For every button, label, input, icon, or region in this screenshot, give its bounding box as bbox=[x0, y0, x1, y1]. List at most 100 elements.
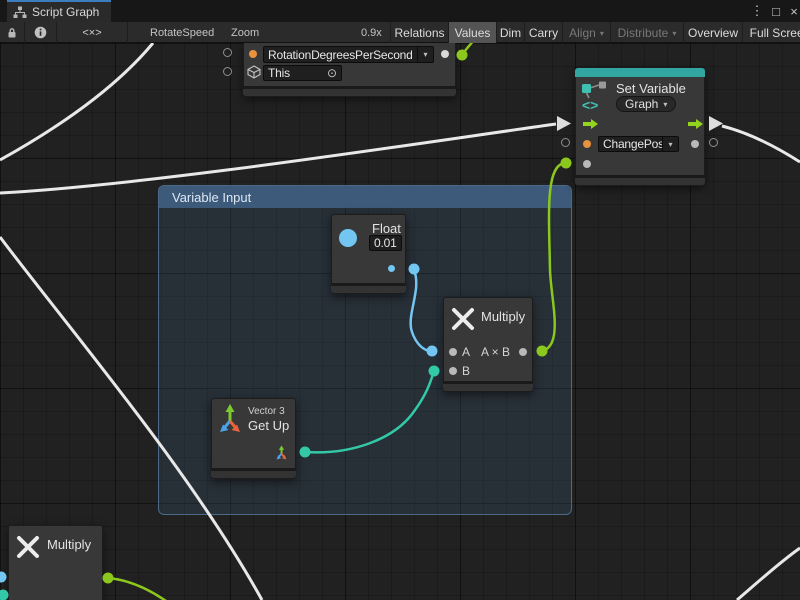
multiply-node-bottom[interactable]: Multiply A A × B B bbox=[8, 525, 103, 600]
variable-name-value: RotationDegreesPerSecond bbox=[264, 47, 417, 62]
target-value: This bbox=[264, 66, 327, 80]
node-footer bbox=[575, 175, 705, 185]
float-value: 0.01 bbox=[370, 236, 401, 250]
node-title: Get Up bbox=[248, 418, 289, 433]
graph-name-label: RotateSpeed bbox=[150, 22, 214, 43]
node-title: Multiply bbox=[481, 309, 525, 324]
info-icon bbox=[34, 26, 47, 39]
flow-wire-arrowhead bbox=[557, 116, 571, 131]
caret-down-icon[interactable]: ▾ bbox=[417, 47, 433, 62]
variable-kind-port[interactable] bbox=[583, 140, 591, 148]
tab-label: Script Graph bbox=[32, 5, 99, 19]
full-screen-button[interactable]: Full Screen bbox=[742, 22, 800, 43]
float-icon bbox=[339, 229, 357, 247]
wire-endpoint-dot[interactable] bbox=[561, 158, 572, 169]
flow-wire-into-set-variable[interactable] bbox=[0, 124, 556, 193]
svg-text:<>: <> bbox=[582, 97, 598, 111]
maximize-icon[interactable]: □ bbox=[768, 0, 784, 22]
align-button[interactable]: Align▾ bbox=[562, 22, 610, 43]
node-title: Float bbox=[372, 221, 401, 236]
value-output-port[interactable] bbox=[388, 265, 395, 272]
variable-name-dropdown[interactable]: ChangePos ▾ bbox=[598, 136, 679, 152]
distribute-button[interactable]: Distribute▾ bbox=[610, 22, 683, 43]
get-up-node[interactable]: Vector 3 Get Up bbox=[211, 398, 296, 479]
scope-value: Graph bbox=[625, 97, 658, 111]
tab-bar: Script Graph ⋮ □ × bbox=[0, 0, 800, 22]
target-field[interactable]: This ⊙ bbox=[263, 65, 342, 81]
tab-script-graph[interactable]: Script Graph bbox=[7, 0, 111, 22]
info-button[interactable] bbox=[25, 22, 57, 43]
node-footer bbox=[243, 86, 456, 96]
cube-icon bbox=[247, 65, 261, 79]
vector3-icon bbox=[219, 403, 241, 434]
graph-canvas[interactable]: Variable Input RotationDegreesPerSecond … bbox=[0, 43, 800, 600]
code-view-button[interactable]: <×> bbox=[57, 22, 128, 43]
input-a-port[interactable] bbox=[449, 348, 457, 356]
node-title: Multiply bbox=[47, 537, 91, 552]
node-footer bbox=[443, 381, 533, 391]
node-header-accent bbox=[575, 68, 705, 77]
graph-toolbar: <×> RotateSpeed Zoom 0.9x Relations Valu… bbox=[0, 22, 800, 43]
get-variable-node[interactable]: RotationDegreesPerSecond ▾ This ⊙ bbox=[243, 43, 456, 97]
input-b-label: B bbox=[462, 364, 470, 378]
node-type-label: Vector 3 bbox=[248, 406, 285, 417]
multiply-icon bbox=[450, 306, 476, 332]
variable-name-dropdown[interactable]: RotationDegreesPerSecond ▾ bbox=[263, 46, 434, 63]
value-output-port[interactable] bbox=[441, 50, 449, 58]
zoom-value: 0.9x bbox=[361, 22, 382, 43]
output-label: A × B bbox=[481, 345, 510, 359]
zoom-label: Zoom bbox=[231, 22, 259, 43]
node-footer bbox=[211, 468, 296, 478]
caret-down-icon[interactable]: ▾ bbox=[662, 137, 678, 151]
output-port[interactable] bbox=[519, 348, 527, 356]
vector3-output-port[interactable] bbox=[274, 445, 289, 460]
unconnected-port-circle[interactable] bbox=[561, 138, 570, 147]
caret-down-icon: ▾ bbox=[600, 29, 604, 38]
unconnected-port-circle[interactable] bbox=[709, 138, 718, 147]
float-node[interactable]: Float 0.01 bbox=[331, 214, 406, 294]
multiply-node[interactable]: Multiply A A × B B bbox=[443, 297, 533, 392]
carry-button[interactable]: Carry bbox=[524, 22, 562, 43]
code-view-label: <×> bbox=[82, 27, 101, 39]
script-graph-icon bbox=[13, 6, 27, 19]
wire-endpoint-dot[interactable] bbox=[457, 50, 468, 61]
value-output-port[interactable] bbox=[691, 140, 699, 148]
values-button[interactable]: Values bbox=[448, 22, 496, 43]
group-header[interactable]: Variable Input bbox=[159, 186, 571, 208]
flow-wire-arrowhead bbox=[709, 116, 723, 131]
lock-button[interactable] bbox=[0, 22, 25, 43]
close-icon[interactable]: × bbox=[786, 0, 800, 22]
unconnected-port-circle[interactable] bbox=[223, 48, 232, 57]
flow-wire-bottom-right[interactable] bbox=[737, 548, 800, 600]
wire-endpoint-dot[interactable] bbox=[0, 572, 7, 583]
flow-output-port[interactable] bbox=[688, 118, 703, 130]
overview-button[interactable]: Overview bbox=[683, 22, 742, 43]
value-wire-get-variable[interactable] bbox=[462, 43, 474, 55]
caret-down-icon: ▾ bbox=[663, 100, 667, 109]
flow-input-port[interactable] bbox=[583, 118, 598, 130]
kebab-menu-icon[interactable]: ⋮ bbox=[749, 0, 765, 22]
flow-wire[interactable] bbox=[0, 43, 153, 160]
node-footer bbox=[331, 283, 406, 293]
script-graph-window: Script Graph ⋮ □ × <×> bbox=[0, 0, 800, 600]
flow-wire-out-of-set-variable[interactable] bbox=[722, 126, 800, 162]
group-title: Variable Input bbox=[172, 190, 251, 205]
relations-button[interactable]: Relations bbox=[390, 22, 448, 43]
input-b-port[interactable] bbox=[449, 367, 457, 375]
node-title: Set Variable bbox=[616, 81, 686, 96]
value-input-port[interactable] bbox=[583, 160, 591, 168]
dim-button[interactable]: Dim bbox=[496, 22, 524, 43]
set-variable-node[interactable]: <> Set Variable Graph ▾ ChangePos ▾ bbox=[575, 68, 705, 186]
scope-dropdown[interactable]: Graph ▾ bbox=[616, 96, 676, 112]
caret-down-icon: ▾ bbox=[672, 29, 676, 38]
object-picker-icon[interactable]: ⊙ bbox=[327, 66, 341, 80]
lock-icon bbox=[6, 27, 18, 39]
wire-endpoint-dot[interactable] bbox=[103, 573, 114, 584]
multiply-icon bbox=[15, 534, 41, 560]
float-value-field[interactable]: 0.01 bbox=[369, 235, 402, 251]
variable-kind-port[interactable] bbox=[249, 50, 257, 58]
input-a-label: A bbox=[462, 345, 470, 359]
set-variable-icon: <> bbox=[581, 81, 609, 111]
unconnected-port-circle[interactable] bbox=[223, 67, 232, 76]
value-wire-multiply-bottom[interactable] bbox=[108, 578, 166, 600]
